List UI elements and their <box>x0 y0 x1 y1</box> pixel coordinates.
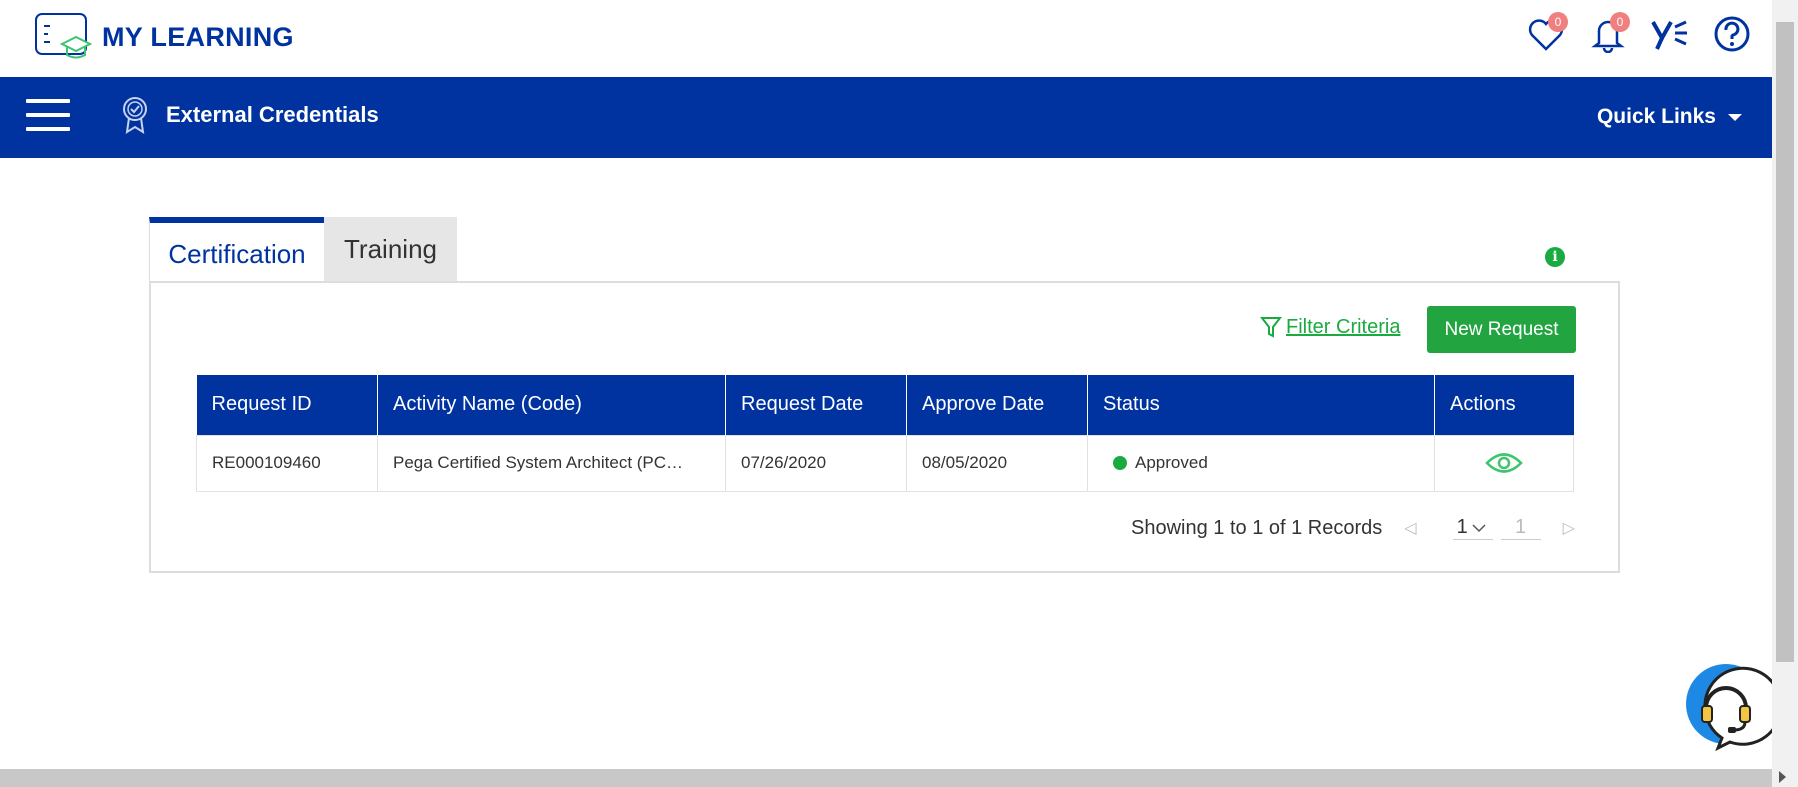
column-header-approve-date[interactable]: Approve Date <box>906 375 1088 435</box>
eye-icon <box>1485 453 1523 473</box>
header-actions: 0 0 <box>1526 12 1752 54</box>
page-size-select[interactable]: 1 <box>1452 516 1493 540</box>
favorites-count-badge: 0 <box>1548 12 1568 32</box>
favorites-button[interactable]: 0 <box>1526 12 1568 54</box>
records-summary: Showing 1 to 1 of 1 Records <box>1131 516 1383 539</box>
cell-approve-date: 08/05/2020 <box>906 434 1088 492</box>
filter-criteria-label: Filter Criteria <box>1286 315 1401 338</box>
page-header: External Credentials <box>120 95 379 135</box>
vertical-scrollbar[interactable] <box>1772 0 1798 787</box>
scroll-right-icon[interactable] <box>1779 771 1786 783</box>
chevron-down-icon <box>1728 113 1742 121</box>
cell-request-date: 07/26/2020 <box>725 434 907 492</box>
support-chat-button[interactable] <box>1682 662 1783 754</box>
page-title: External Credentials <box>166 102 379 127</box>
table-row: RE000109460 Pega Certified System Archit… <box>196 434 1574 492</box>
chevron-down-icon <box>1472 523 1486 532</box>
app-logo[interactable]: MY LEARNING <box>34 12 294 62</box>
certification-panel: Filter Criteria New Request Request ID A… <box>149 281 1620 573</box>
column-header-actions: Actions <box>1434 375 1574 435</box>
nav-bar: External Credentials Quick Links <box>0 77 1772 158</box>
cell-activity-name: Pega Certified System Architect (PC… <box>377 434 726 492</box>
tab-certification[interactable]: Certification <box>149 217 324 281</box>
learning-logo-icon <box>35 13 93 59</box>
certificate-badge-icon <box>123 97 147 134</box>
filter-criteria-link[interactable]: Filter Criteria <box>1260 315 1400 339</box>
yammer-button[interactable] <box>1650 14 1690 54</box>
cell-status: Approved <box>1087 434 1435 492</box>
requests-table: Request ID Activity Name (Code) Request … <box>196 375 1574 492</box>
tab-bar: Certification Training <box>149 217 457 281</box>
status-dot-icon <box>1113 456 1127 470</box>
page-number-input[interactable]: 1 <box>1500 516 1541 540</box>
notifications-count-badge: 0 <box>1610 12 1630 32</box>
column-header-request-date[interactable]: Request Date <box>725 375 907 435</box>
quick-links-label: Quick Links <box>1596 105 1716 128</box>
notifications-button[interactable]: 0 <box>1588 12 1630 54</box>
yammer-icon <box>1651 20 1687 50</box>
vertical-scrollbar-thumb[interactable] <box>1776 22 1794 662</box>
info-icon[interactable]: i <box>1545 247 1565 267</box>
cell-actions <box>1434 434 1574 492</box>
quick-links-dropdown[interactable]: Quick Links <box>1597 105 1742 129</box>
table-header-row: Request ID Activity Name (Code) Request … <box>196 375 1574 435</box>
page-size-value: 1 <box>1456 516 1468 538</box>
view-button[interactable] <box>1450 450 1573 476</box>
previous-page-icon[interactable]: ◁ <box>1404 518 1416 538</box>
help-icon <box>1714 16 1750 52</box>
next-page-icon[interactable]: ▷ <box>1563 518 1575 538</box>
horizontal-scrollbar[interactable] <box>0 769 1772 787</box>
app-title: MY LEARNING <box>102 21 294 52</box>
column-header-activity-name[interactable]: Activity Name (Code) <box>377 375 726 435</box>
status-label: Approved <box>1135 453 1208 472</box>
column-header-status[interactable]: Status <box>1087 375 1435 435</box>
tab-training[interactable]: Training <box>324 217 457 281</box>
headset-support-icon <box>1686 664 1783 752</box>
cell-request-id: RE000109460 <box>196 434 378 492</box>
help-button[interactable] <box>1712 14 1752 54</box>
pagination: Showing 1 to 1 of 1 Records ◁ 1 1 ▷ <box>1131 516 1575 540</box>
new-request-button[interactable]: New Request <box>1427 306 1576 353</box>
hamburger-menu-icon[interactable] <box>26 99 70 135</box>
column-header-request-id[interactable]: Request ID <box>196 375 378 435</box>
top-header: MY LEARNING 0 0 <box>0 0 1772 77</box>
filter-icon <box>1260 317 1282 338</box>
